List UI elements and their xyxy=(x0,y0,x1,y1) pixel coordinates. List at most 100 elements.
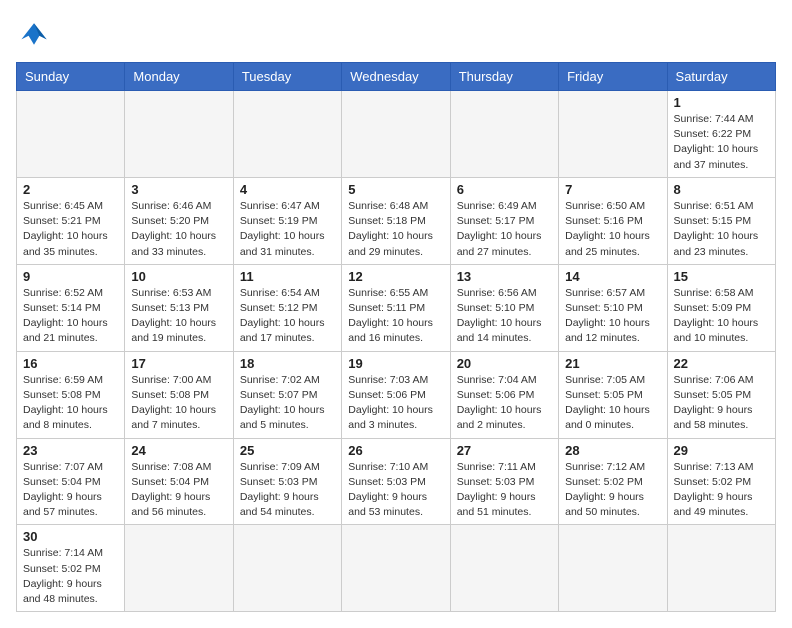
calendar-cell: 12Sunrise: 6:55 AM Sunset: 5:11 PM Dayli… xyxy=(342,264,450,351)
day-number: 22 xyxy=(674,356,769,371)
calendar-cell xyxy=(342,91,450,178)
day-header-wednesday: Wednesday xyxy=(342,63,450,91)
calendar-cell: 3 Sunrise: 6:46 AM Sunset: 5:20 PM Daylig… xyxy=(125,177,233,264)
day-number: 9 xyxy=(23,269,118,284)
calendar-cell: 1 Sunrise: 7:44 AM Sunset: 6:22 PM Daylig… xyxy=(667,91,775,178)
day-info: Sunrise: 6:57 AM Sunset: 5:10 PM Dayligh… xyxy=(565,286,660,347)
calendar-cell: 25Sunrise: 7:09 AM Sunset: 5:03 PM Dayli… xyxy=(233,438,341,525)
calendar-cell xyxy=(559,525,667,612)
calendar-cell xyxy=(233,91,341,178)
day-info: Sunrise: 6:47 AM Sunset: 5:19 PM Dayligh… xyxy=(240,199,335,260)
day-info: Sunrise: 7:08 AM Sunset: 5:04 PM Dayligh… xyxy=(131,460,226,521)
day-number: 4 xyxy=(240,182,335,197)
calendar-cell xyxy=(559,91,667,178)
calendar-cell: 9 Sunrise: 6:52 AM Sunset: 5:14 PM Daylig… xyxy=(17,264,125,351)
day-number: 27 xyxy=(457,443,552,458)
calendar-cell xyxy=(450,91,558,178)
calendar-cell: 19 Sunrise: 7:03 AM Sunset: 5:06 PM Dayli… xyxy=(342,351,450,438)
calendar-header-row: SundayMondayTuesdayWednesdayThursdayFrid… xyxy=(17,63,776,91)
day-number: 29 xyxy=(674,443,769,458)
week-row-2: 2 Sunrise: 6:45 AM Sunset: 5:21 PM Daylig… xyxy=(17,177,776,264)
calendar-cell: 11Sunrise: 6:54 AM Sunset: 5:12 PM Dayli… xyxy=(233,264,341,351)
day-number: 24 xyxy=(131,443,226,458)
day-number: 5 xyxy=(348,182,443,197)
calendar-cell xyxy=(450,525,558,612)
day-info: Sunrise: 6:58 AM Sunset: 5:09 PM Dayligh… xyxy=(674,286,769,347)
day-number: 19 xyxy=(348,356,443,371)
day-number: 20 xyxy=(457,356,552,371)
day-info: Sunrise: 6:59 AM Sunset: 5:08 PM Dayligh… xyxy=(23,373,118,434)
day-number: 3 xyxy=(131,182,226,197)
day-info: Sunrise: 6:56 AM Sunset: 5:10 PM Dayligh… xyxy=(457,286,552,347)
calendar-cell: 8Sunrise: 6:51 AM Sunset: 5:15 PM Daylig… xyxy=(667,177,775,264)
day-info: Sunrise: 7:11 AM Sunset: 5:03 PM Dayligh… xyxy=(457,460,552,521)
day-number: 13 xyxy=(457,269,552,284)
day-info: Sunrise: 6:51 AM Sunset: 5:15 PM Dayligh… xyxy=(674,199,769,260)
calendar-cell xyxy=(342,525,450,612)
calendar-cell: 30 Sunrise: 7:14 AM Sunset: 5:02 PM Dayli… xyxy=(17,525,125,612)
calendar-cell: 6 Sunrise: 6:49 AM Sunset: 5:17 PM Daylig… xyxy=(450,177,558,264)
calendar-cell: 4 Sunrise: 6:47 AM Sunset: 5:19 PM Daylig… xyxy=(233,177,341,264)
day-number: 17 xyxy=(131,356,226,371)
calendar-cell: 16 Sunrise: 6:59 AM Sunset: 5:08 PM Dayli… xyxy=(17,351,125,438)
day-info: Sunrise: 6:52 AM Sunset: 5:14 PM Dayligh… xyxy=(23,286,118,347)
day-header-thursday: Thursday xyxy=(450,63,558,91)
day-info: Sunrise: 7:12 AM Sunset: 5:02 PM Dayligh… xyxy=(565,460,660,521)
day-header-saturday: Saturday xyxy=(667,63,775,91)
week-row-6: 30 Sunrise: 7:14 AM Sunset: 5:02 PM Dayli… xyxy=(17,525,776,612)
day-number: 23 xyxy=(23,443,118,458)
day-header-friday: Friday xyxy=(559,63,667,91)
week-row-1: 1 Sunrise: 7:44 AM Sunset: 6:22 PM Daylig… xyxy=(17,91,776,178)
day-header-sunday: Sunday xyxy=(17,63,125,91)
logo xyxy=(16,16,56,52)
calendar-cell: 5Sunrise: 6:48 AM Sunset: 5:18 PM Daylig… xyxy=(342,177,450,264)
calendar-cell: 22 Sunrise: 7:06 AM Sunset: 5:05 PM Dayli… xyxy=(667,351,775,438)
calendar-cell: 17Sunrise: 7:00 AM Sunset: 5:08 PM Dayli… xyxy=(125,351,233,438)
day-number: 10 xyxy=(131,269,226,284)
calendar-cell: 10Sunrise: 6:53 AM Sunset: 5:13 PM Dayli… xyxy=(125,264,233,351)
day-number: 2 xyxy=(23,182,118,197)
day-info: Sunrise: 7:07 AM Sunset: 5:04 PM Dayligh… xyxy=(23,460,118,521)
day-number: 25 xyxy=(240,443,335,458)
day-number: 26 xyxy=(348,443,443,458)
day-info: Sunrise: 6:50 AM Sunset: 5:16 PM Dayligh… xyxy=(565,199,660,260)
day-info: Sunrise: 6:49 AM Sunset: 5:17 PM Dayligh… xyxy=(457,199,552,260)
calendar-cell: 15 Sunrise: 6:58 AM Sunset: 5:09 PM Dayli… xyxy=(667,264,775,351)
day-number: 30 xyxy=(23,529,118,544)
calendar-cell xyxy=(125,525,233,612)
week-row-4: 16 Sunrise: 6:59 AM Sunset: 5:08 PM Dayli… xyxy=(17,351,776,438)
calendar-cell: 7 Sunrise: 6:50 AM Sunset: 5:16 PM Daylig… xyxy=(559,177,667,264)
calendar-cell: 27 Sunrise: 7:11 AM Sunset: 5:03 PM Dayli… xyxy=(450,438,558,525)
calendar-cell: 29Sunrise: 7:13 AM Sunset: 5:02 PM Dayli… xyxy=(667,438,775,525)
day-number: 15 xyxy=(674,269,769,284)
day-header-tuesday: Tuesday xyxy=(233,63,341,91)
calendar: SundayMondayTuesdayWednesdayThursdayFrid… xyxy=(16,62,776,612)
day-info: Sunrise: 6:45 AM Sunset: 5:21 PM Dayligh… xyxy=(23,199,118,260)
calendar-cell: 13 Sunrise: 6:56 AM Sunset: 5:10 PM Dayli… xyxy=(450,264,558,351)
day-info: Sunrise: 7:44 AM Sunset: 6:22 PM Dayligh… xyxy=(674,112,769,173)
day-number: 1 xyxy=(674,95,769,110)
calendar-cell: 24 Sunrise: 7:08 AM Sunset: 5:04 PM Dayli… xyxy=(125,438,233,525)
day-number: 12 xyxy=(348,269,443,284)
day-info: Sunrise: 6:54 AM Sunset: 5:12 PM Dayligh… xyxy=(240,286,335,347)
calendar-cell: 23 Sunrise: 7:07 AM Sunset: 5:04 PM Dayli… xyxy=(17,438,125,525)
day-number: 6 xyxy=(457,182,552,197)
calendar-cell: 28 Sunrise: 7:12 AM Sunset: 5:02 PM Dayli… xyxy=(559,438,667,525)
day-info: Sunrise: 7:02 AM Sunset: 5:07 PM Dayligh… xyxy=(240,373,335,434)
day-number: 16 xyxy=(23,356,118,371)
day-info: Sunrise: 7:06 AM Sunset: 5:05 PM Dayligh… xyxy=(674,373,769,434)
day-number: 21 xyxy=(565,356,660,371)
day-info: Sunrise: 7:14 AM Sunset: 5:02 PM Dayligh… xyxy=(23,546,118,607)
logo-icon xyxy=(16,16,52,52)
calendar-cell xyxy=(17,91,125,178)
calendar-cell xyxy=(125,91,233,178)
calendar-cell: 20Sunrise: 7:04 AM Sunset: 5:06 PM Dayli… xyxy=(450,351,558,438)
calendar-cell xyxy=(233,525,341,612)
day-info: Sunrise: 6:46 AM Sunset: 5:20 PM Dayligh… xyxy=(131,199,226,260)
day-number: 28 xyxy=(565,443,660,458)
week-row-5: 23 Sunrise: 7:07 AM Sunset: 5:04 PM Dayli… xyxy=(17,438,776,525)
day-info: Sunrise: 7:03 AM Sunset: 5:06 PM Dayligh… xyxy=(348,373,443,434)
day-info: Sunrise: 7:10 AM Sunset: 5:03 PM Dayligh… xyxy=(348,460,443,521)
calendar-cell xyxy=(667,525,775,612)
day-number: 7 xyxy=(565,182,660,197)
